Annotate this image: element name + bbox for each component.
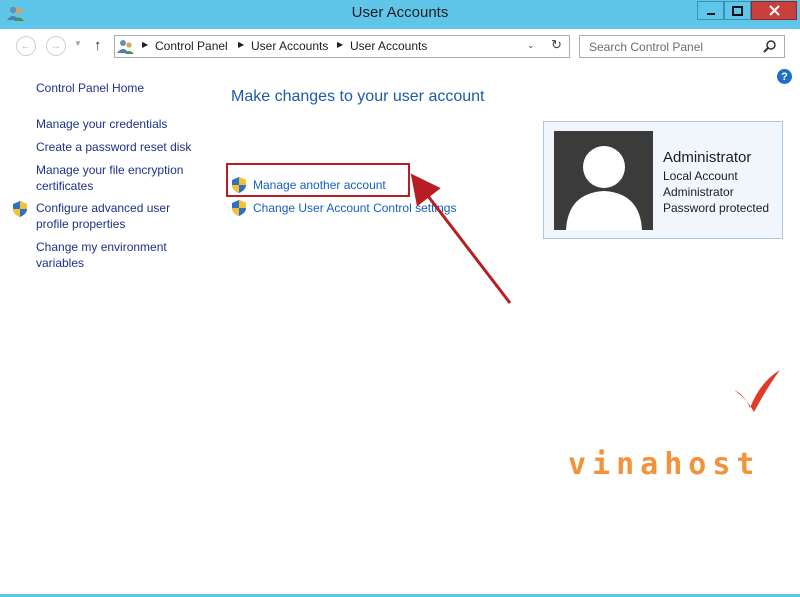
address-bar[interactable]: ▶ Control Panel ▶ User Accounts ▶ User A… [114,35,570,58]
breadcrumb-separator-icon[interactable]: ▶ [337,40,343,49]
back-button[interactable]: ← [16,36,36,56]
window-title: User Accounts [351,4,449,21]
maximize-button[interactable] [724,1,751,20]
forward-arrow-icon: → [50,40,62,52]
close-button[interactable] [751,1,797,20]
maximize-icon [732,5,743,16]
search-input[interactable]: Search Control Panel [589,40,703,54]
navigation-bar: ← → ▼ ↑ ▶ Control Panel ▶ User Accounts … [0,29,800,63]
breadcrumb-control-panel[interactable]: Control Panel [155,39,228,53]
search-icon[interactable] [763,39,777,53]
up-arrow-icon: ↑ [94,37,102,54]
address-dropdown-icon[interactable]: ⌄ [527,40,535,51]
minimize-button[interactable] [697,1,724,20]
breadcrumb-separator-icon[interactable]: ▶ [142,40,148,49]
up-button[interactable]: ↑ [94,37,102,54]
close-icon [768,5,780,16]
breadcrumb-separator-icon[interactable]: ▶ [238,40,244,49]
title-bar[interactable]: User Accounts [0,0,800,28]
back-arrow-icon: ← [20,40,32,52]
breadcrumb-user-accounts-current[interactable]: User Accounts [350,39,427,53]
breadcrumb-user-accounts[interactable]: User Accounts [251,39,328,53]
annotation-arrow [410,173,512,304]
minimize-icon [706,12,715,15]
forward-button[interactable]: → [46,36,66,56]
search-box[interactable]: Search Control Panel [579,35,785,58]
vinahost-checkmark-icon [734,370,780,412]
refresh-icon[interactable]: ↻ [551,37,562,53]
control-panel-icon [117,40,134,54]
recent-locations-dropdown[interactable]: ▼ [74,39,82,48]
content-pane: ? Control Panel Home Manage your credent… [0,63,800,594]
window-frame: User Accounts ← → ▼ ↑ ▶ Control Panel ▶ … [0,0,800,597]
vinahost-logo: vinahost [568,447,761,482]
